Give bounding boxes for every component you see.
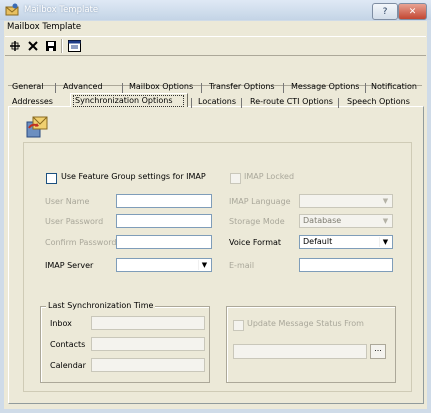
close-icon: ✕ <box>408 6 417 17</box>
calendar-sync-time <box>91 358 205 372</box>
tab-synchronization-options-label: Synchronization Options <box>75 96 173 105</box>
help-button[interactable]: ? <box>372 3 398 20</box>
mailbox-icon <box>5 3 19 17</box>
chevron-down-icon: ▼ <box>198 260 210 270</box>
use-feature-group-checkbox[interactable] <box>46 173 57 184</box>
tab-mailbox-options[interactable]: Mailbox Options <box>129 82 193 91</box>
save-button[interactable] <box>44 39 58 53</box>
voice-format-select[interactable]: Default ▼ <box>299 235 393 249</box>
tab-advanced[interactable]: Advanced <box>63 82 103 91</box>
last-sync-legend: Last Synchronization Time <box>46 301 156 310</box>
user-name-label: User Name <box>45 197 90 206</box>
toolbar-separator <box>61 39 63 53</box>
tab-speech-options[interactable]: Speech Options <box>347 97 410 106</box>
window-title: Mailbox Template <box>24 5 99 15</box>
voice-format-value: Default <box>303 237 333 246</box>
imap-language-select[interactable]: ▼ <box>299 194 393 208</box>
imap-locked-checkbox[interactable] <box>230 173 241 184</box>
delete-icon <box>28 41 38 51</box>
browse-button-label: ... <box>374 344 382 353</box>
tab-reroute-cti-options[interactable]: Re-route CTI Options <box>250 97 333 106</box>
inbox-sync-time <box>91 316 205 330</box>
email-label: E-mail <box>229 261 255 270</box>
storage-mode-value: Database <box>303 216 342 225</box>
use-feature-group-label: Use Feature Group settings for IMAP <box>61 172 206 181</box>
contacts-label: Contacts <box>50 340 86 349</box>
imap-language-label: IMAP Language <box>229 197 291 206</box>
chevron-down-icon: ▼ <box>382 197 389 205</box>
imap-server-select[interactable]: ▼ <box>116 258 212 272</box>
tab-separator <box>122 83 123 93</box>
tab-separator <box>283 83 284 93</box>
user-name-input[interactable] <box>116 194 212 208</box>
storage-mode-label: Storage Mode <box>229 217 285 226</box>
title-bar[interactable]: Mailbox Template ? ✕ <box>0 0 431 20</box>
chevron-down-icon: ▼ <box>382 217 389 225</box>
save-icon <box>46 41 56 51</box>
help-icon: ? <box>382 6 388 17</box>
synchronization-icon <box>24 114 50 140</box>
email-input[interactable] <box>299 258 393 272</box>
inbox-label: Inbox <box>50 319 72 328</box>
tab-separator <box>241 98 242 108</box>
add-button[interactable] <box>8 39 22 53</box>
update-status-label: Update Message Status From <box>247 319 364 328</box>
chevron-down-icon: ▼ <box>379 237 391 247</box>
properties-button[interactable] <box>67 39 81 53</box>
tab-separator <box>365 83 366 93</box>
tab-addresses[interactable]: Addresses <box>12 97 53 106</box>
tab-separator <box>338 98 339 108</box>
delete-button[interactable] <box>26 39 40 53</box>
add-icon <box>10 41 20 51</box>
tab-transfer-options[interactable]: Transfer Options <box>209 82 275 91</box>
user-password-input[interactable] <box>116 214 212 228</box>
calendar-label: Calendar <box>50 361 86 370</box>
tab-separator <box>191 98 192 108</box>
tab-separator <box>55 83 56 93</box>
tab-notification[interactable]: Notification <box>371 82 417 91</box>
update-status-path <box>233 344 367 359</box>
browse-button[interactable]: ... <box>370 344 386 359</box>
tab-message-options[interactable]: Message Options <box>291 82 359 91</box>
imap-locked-label: IMAP Locked <box>244 172 295 181</box>
tab-locations[interactable]: Locations <box>198 97 236 106</box>
imap-server-label: IMAP Server <box>45 261 94 270</box>
tab-general[interactable]: General <box>12 82 44 91</box>
tab-separator <box>201 83 202 93</box>
update-status-checkbox[interactable] <box>233 320 244 331</box>
confirm-password-label: Confirm Password <box>45 238 117 247</box>
contacts-sync-time <box>91 337 205 351</box>
confirm-password-input[interactable] <box>116 235 212 249</box>
properties-icon <box>67 40 81 52</box>
storage-mode-select[interactable]: Database ▼ <box>299 214 393 228</box>
dialog-subtitle: Mailbox Template <box>7 22 82 32</box>
close-button[interactable]: ✕ <box>398 3 427 20</box>
user-password-label: User Password <box>45 217 104 226</box>
voice-format-label: Voice Format <box>229 238 282 247</box>
